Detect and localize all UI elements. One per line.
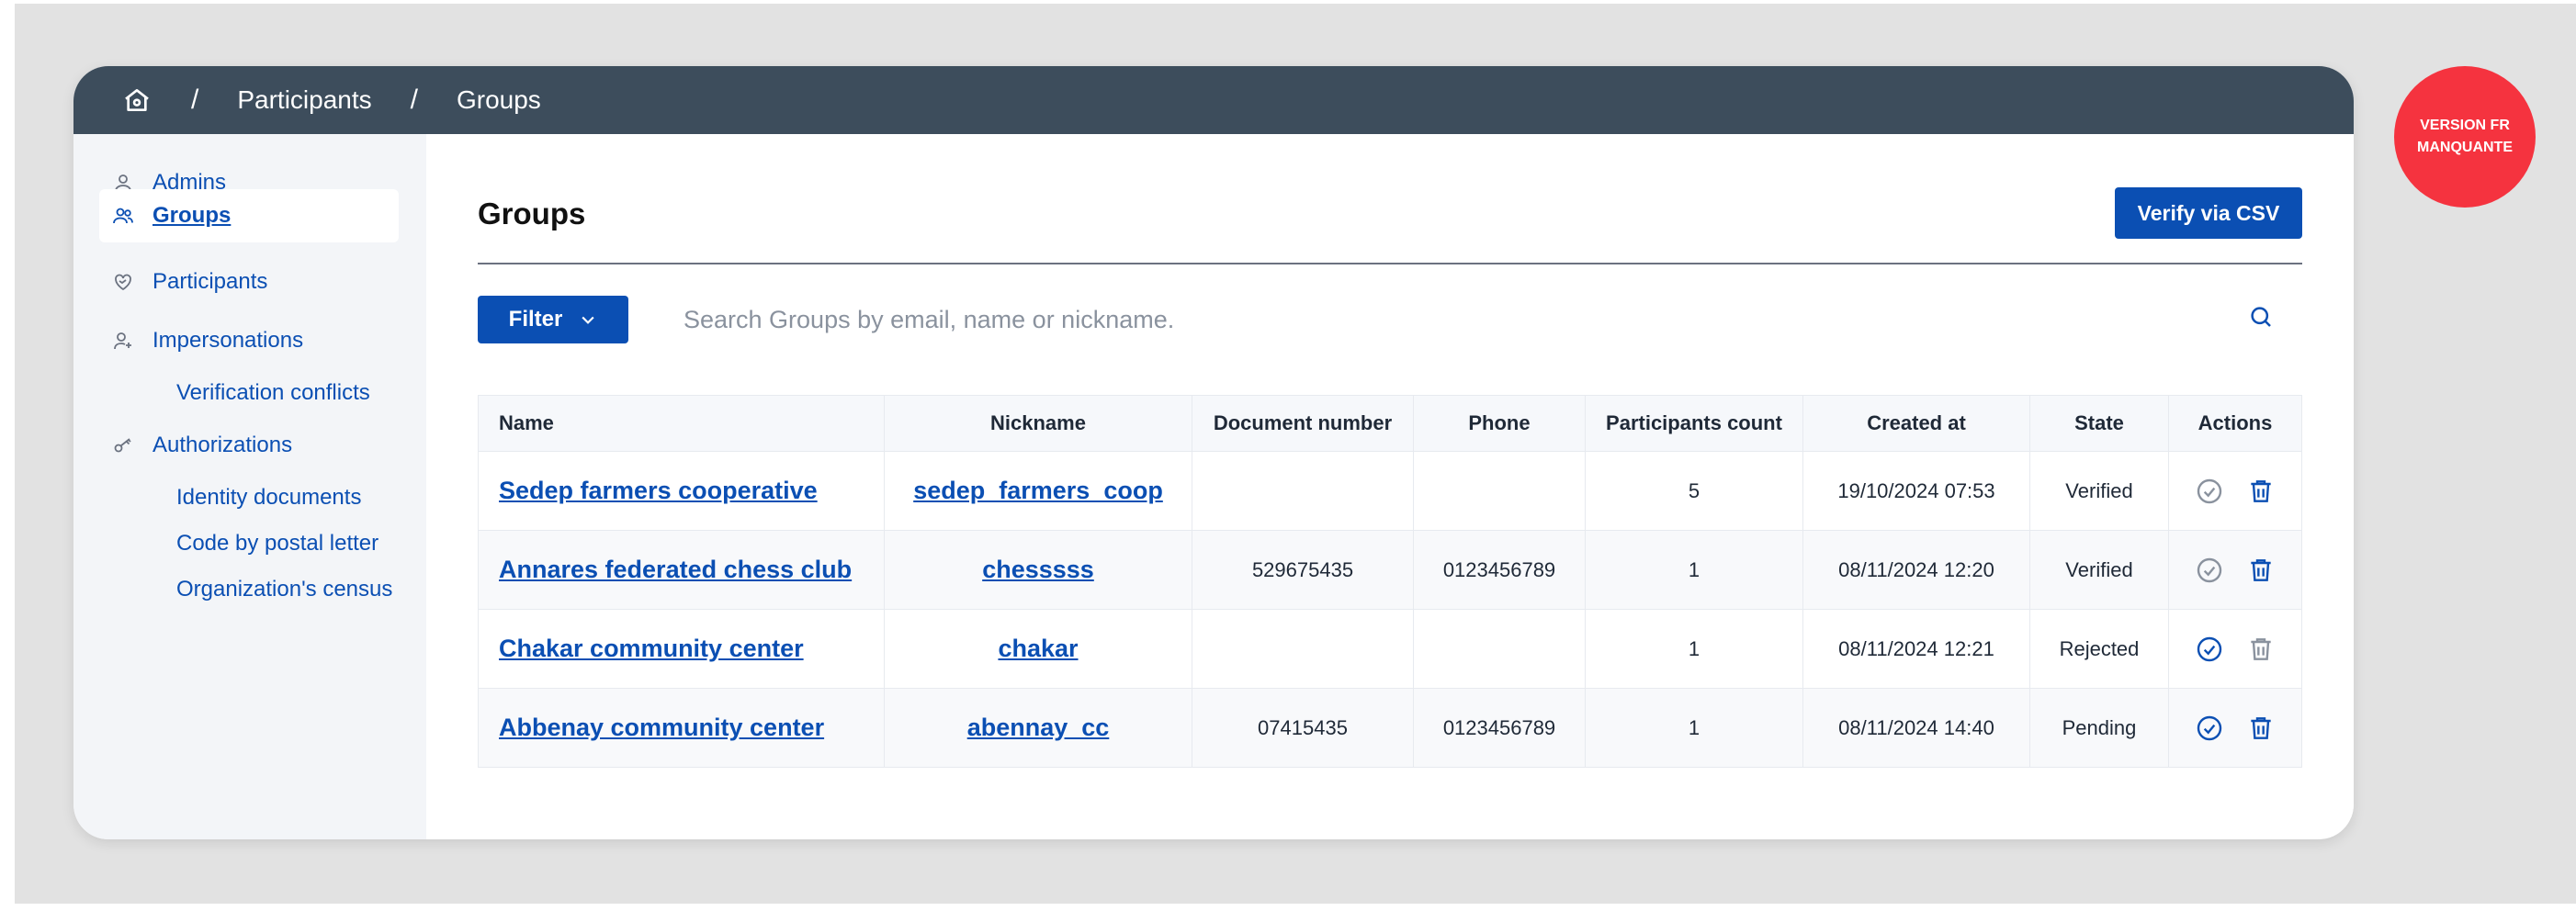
badge-line: MANQUANTE bbox=[2417, 140, 2513, 155]
cell-nickname: chesssss bbox=[884, 530, 1192, 610]
group-nickname-link[interactable]: chesssss bbox=[982, 556, 1094, 583]
column-header-actions: Actions bbox=[2168, 395, 2302, 452]
verify-check-icon[interactable] bbox=[2195, 477, 2224, 506]
missing-translation-badge: VERSION FR MANQUANTE bbox=[2394, 66, 2536, 208]
sidebar-item-organizations-census[interactable]: Organization's census bbox=[176, 577, 392, 602]
cell-name: Chakar community center bbox=[478, 609, 885, 689]
group-name-link[interactable]: Annares federated chess club bbox=[499, 556, 852, 583]
cell-state: Rejected bbox=[2029, 609, 2169, 689]
group-name-link[interactable]: Chakar community center bbox=[499, 635, 804, 662]
cell-document-number bbox=[1192, 451, 1414, 531]
page-title: Groups bbox=[478, 197, 586, 230]
cell-participants-count: 5 bbox=[1585, 451, 1803, 531]
cell-nickname: abennay_cc bbox=[884, 688, 1192, 768]
column-header-created-at[interactable]: Created at bbox=[1802, 395, 2030, 452]
filter-button[interactable]: Filter bbox=[478, 296, 628, 343]
column-header-phone[interactable]: Phone bbox=[1413, 395, 1586, 452]
cell-document-number bbox=[1192, 609, 1414, 689]
user-plus-icon bbox=[112, 330, 134, 352]
cell-participants-count: 1 bbox=[1585, 609, 1803, 689]
sidebar-item-code-by-postal-letter[interactable]: Code by postal letter bbox=[176, 531, 378, 557]
cell-phone: 0123456789 bbox=[1413, 530, 1586, 610]
group-nickname-link[interactable]: sedep_farmers_coop bbox=[913, 477, 1163, 504]
table-row: Annares federated chess club chesssss 5296… bbox=[478, 530, 2302, 610]
verify-check-icon[interactable] bbox=[2195, 635, 2224, 664]
group-nickname-link[interactable]: abennay_cc bbox=[967, 714, 1110, 741]
cell-actions bbox=[2168, 451, 2302, 531]
cell-created-at: 08/11/2024 14:40 bbox=[1802, 688, 2030, 768]
column-header-nickname[interactable]: Nickname bbox=[884, 395, 1192, 452]
sidebar-item-label: Authorizations bbox=[153, 433, 293, 457]
main-content: Groups Verify via CSV Filter Name Nickna… bbox=[426, 134, 2354, 817]
verify-via-csv-button[interactable]: Verify via CSV bbox=[2115, 187, 2302, 239]
cell-name: Abbenay community center bbox=[478, 688, 885, 768]
cell-actions bbox=[2168, 609, 2302, 689]
sidebar-item-label: Participants bbox=[153, 269, 268, 294]
verify-check-icon[interactable] bbox=[2195, 714, 2224, 743]
sidebar-item-participants[interactable]: Participants bbox=[99, 255, 399, 309]
table-row: Sedep farmers cooperative sedep_farmers_c… bbox=[478, 451, 2302, 531]
cell-state: Verified bbox=[2029, 451, 2169, 531]
cell-nickname: chakar bbox=[884, 609, 1192, 689]
admin-panel: / Participants / Groups Admins Groups Pa… bbox=[73, 66, 2354, 839]
cell-actions bbox=[2168, 688, 2302, 768]
cell-created-at: 08/11/2024 12:21 bbox=[1802, 609, 2030, 689]
cell-participants-count: 1 bbox=[1585, 530, 1803, 610]
heart-handshake-icon bbox=[112, 271, 134, 293]
cell-phone bbox=[1413, 451, 1586, 531]
sidebar-item-label: Impersonations bbox=[153, 328, 304, 353]
sidebar-item-verification-conflicts[interactable]: Verification conflicts bbox=[176, 380, 370, 406]
column-header-participants-count[interactable]: Participants count bbox=[1585, 395, 1803, 452]
sidebar-item-label: Groups bbox=[153, 203, 232, 228]
sidebar-item-groups[interactable]: Groups bbox=[99, 189, 399, 242]
cell-participants-count: 1 bbox=[1585, 688, 1803, 768]
table-row: Abbenay community center abennay_cc 074154… bbox=[478, 688, 2302, 768]
column-header-name[interactable]: Name bbox=[478, 395, 885, 452]
table-row: Chakar community center chakar 1 08/11/2024… bbox=[478, 609, 2302, 689]
column-header-document-number[interactable]: Document number bbox=[1192, 395, 1414, 452]
key-icon bbox=[112, 434, 134, 456]
cell-nickname: sedep_farmers_coop bbox=[884, 451, 1192, 531]
cell-name: Annares federated chess club bbox=[478, 530, 885, 610]
sidebar-item-authorizations[interactable]: Authorizations bbox=[99, 419, 399, 472]
breadcrumb-separator: / bbox=[191, 84, 199, 115]
chevron-down-icon bbox=[579, 310, 597, 329]
trash-icon[interactable] bbox=[2246, 714, 2276, 743]
breadcrumb-separator: / bbox=[410, 84, 418, 115]
trash-icon[interactable] bbox=[2246, 477, 2276, 506]
cell-created-at: 08/11/2024 12:20 bbox=[1802, 530, 2030, 610]
search-input[interactable] bbox=[682, 296, 2155, 343]
filter-button-label: Filter bbox=[508, 307, 563, 332]
group-nickname-link[interactable]: chakar bbox=[998, 635, 1078, 662]
cell-document-number: 529675435 bbox=[1192, 530, 1414, 610]
cell-name: Sedep farmers cooperative bbox=[478, 451, 885, 531]
cell-document-number: 07415435 bbox=[1192, 688, 1414, 768]
breadcrumb-participants[interactable]: Participants bbox=[237, 85, 371, 115]
sidebar-item-identity-documents[interactable]: Identity documents bbox=[176, 485, 361, 511]
cell-phone bbox=[1413, 609, 1586, 689]
cell-actions bbox=[2168, 530, 2302, 610]
verify-check-icon[interactable] bbox=[2195, 556, 2224, 585]
trash-icon[interactable] bbox=[2246, 635, 2276, 664]
sidebar: Admins Groups Participants Impersonation… bbox=[73, 134, 426, 839]
table-header-row: Name Nickname Document number Phone Part… bbox=[478, 395, 2302, 452]
users-icon bbox=[112, 205, 134, 227]
column-header-state[interactable]: State bbox=[2029, 395, 2169, 452]
groups-table: Name Nickname Document number Phone Part… bbox=[478, 395, 2302, 768]
cell-phone: 0123456789 bbox=[1413, 688, 1586, 768]
home-icon[interactable] bbox=[121, 84, 153, 116]
cell-created-at: 19/10/2024 07:53 bbox=[1802, 451, 2030, 531]
search-icon[interactable] bbox=[2247, 303, 2275, 331]
sidebar-item-impersonations[interactable]: Impersonations bbox=[99, 314, 399, 367]
badge-line: VERSION FR bbox=[2420, 118, 2510, 133]
group-name-link[interactable]: Sedep farmers cooperative bbox=[499, 477, 818, 504]
breadcrumb: / Participants / Groups bbox=[73, 66, 2354, 134]
breadcrumb-groups[interactable]: Groups bbox=[457, 85, 541, 115]
group-name-link[interactable]: Abbenay community center bbox=[499, 714, 824, 741]
title-divider bbox=[478, 263, 2302, 264]
cell-state: Verified bbox=[2029, 530, 2169, 610]
trash-icon[interactable] bbox=[2246, 556, 2276, 585]
cell-state: Pending bbox=[2029, 688, 2169, 768]
